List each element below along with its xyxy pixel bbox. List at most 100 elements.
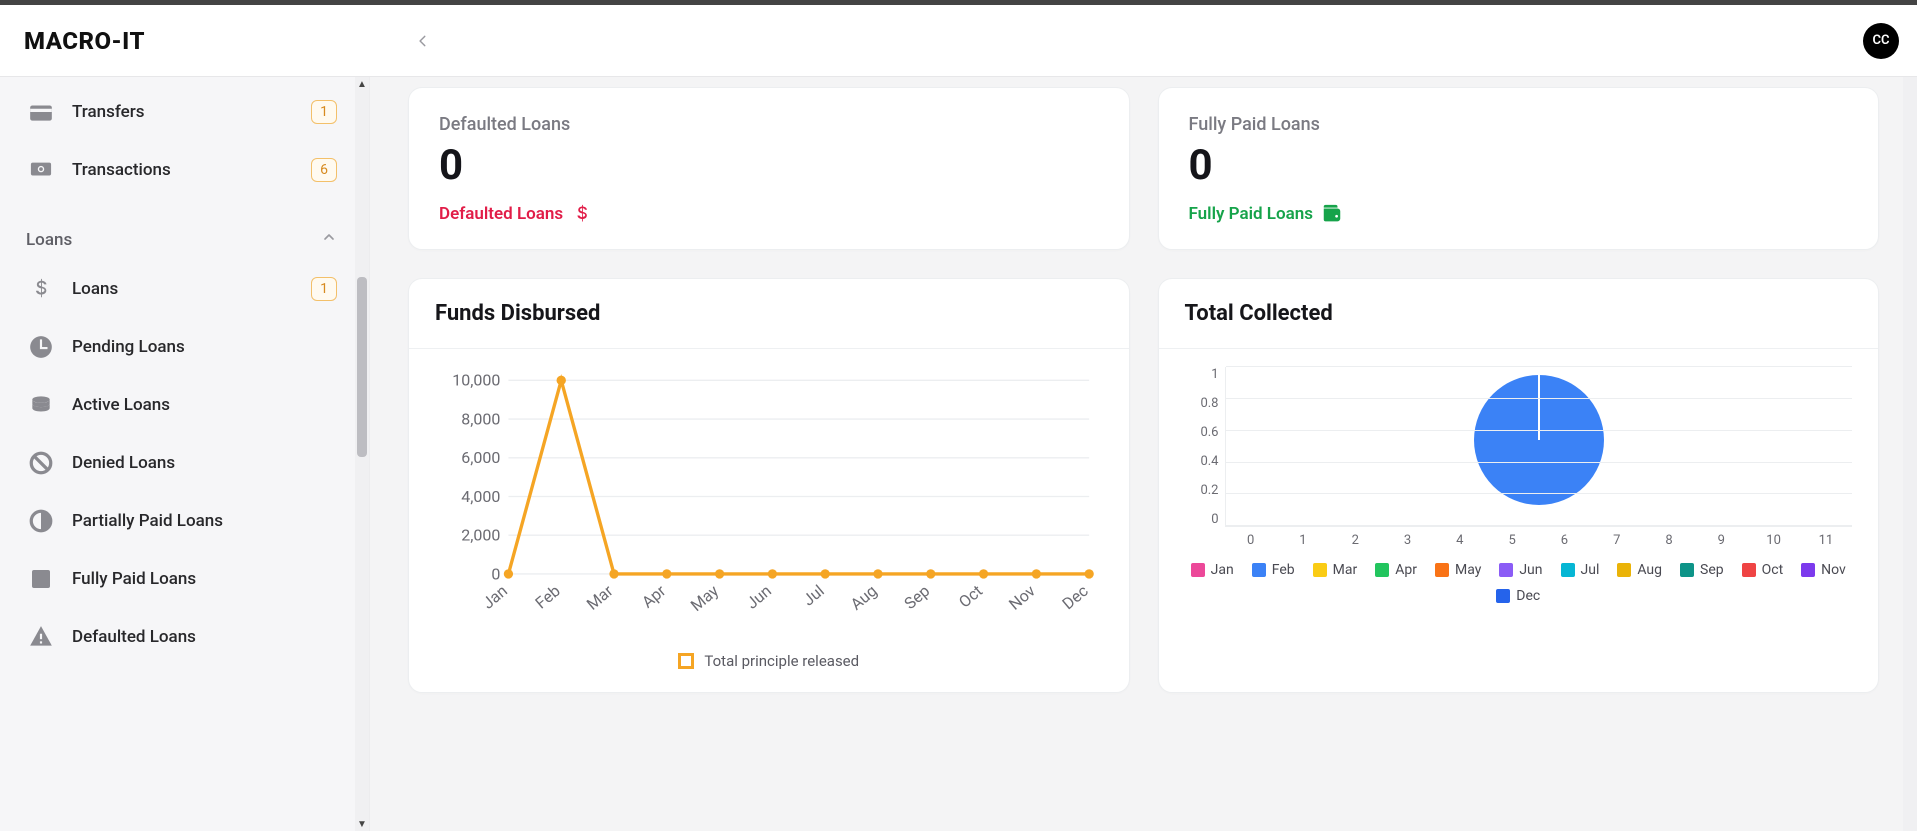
svg-text:0: 0: [491, 564, 500, 583]
stat-card-defaulted: Defaulted Loans 0 Defaulted Loans: [408, 87, 1130, 250]
legend-item-dec[interactable]: Dec: [1496, 588, 1540, 604]
sidebar-item-partially-paid-loans[interactable]: Partially Paid Loans: [16, 492, 347, 550]
sidebar-section-loans[interactable]: Loans: [16, 199, 347, 260]
legend-item-aug[interactable]: Aug: [1617, 562, 1662, 578]
cash-icon: [26, 155, 56, 185]
svg-text:Nov: Nov: [1005, 581, 1039, 614]
legend-label: Total principle released: [704, 652, 859, 670]
clock-icon: [26, 332, 56, 362]
legend-swatch: [1499, 563, 1513, 577]
legend-item-mar[interactable]: Mar: [1313, 562, 1358, 578]
main-scroll[interactable]: Defaulted Loans 0 Defaulted Loans Fully …: [370, 77, 1917, 831]
legend-swatch: [1375, 563, 1389, 577]
stat-value: 0: [439, 143, 1099, 189]
scroll-up-icon[interactable]: ▲: [355, 77, 369, 91]
sidebar-item-active-loans[interactable]: Active Loans: [16, 376, 347, 434]
chevron-up-icon: [321, 229, 337, 250]
scroll-down-icon[interactable]: ▼: [355, 817, 369, 831]
legend-swatch: [1742, 563, 1756, 577]
legend-swatch: [1435, 563, 1449, 577]
svg-text:4,000: 4,000: [461, 487, 500, 506]
legend-label: Nov: [1821, 562, 1846, 578]
legend-label: Oct: [1762, 562, 1784, 578]
pie-x-axis: 01234567891011: [1225, 527, 1853, 548]
legend-swatch: [1191, 563, 1205, 577]
legend-item-jun[interactable]: Jun: [1499, 562, 1542, 578]
stat-foot-link[interactable]: Defaulted Loans: [439, 203, 1099, 225]
sidebar-item-transactions[interactable]: Transactions6: [16, 141, 347, 199]
legend-label: Apr: [1395, 562, 1417, 578]
stat-value: 0: [1189, 143, 1849, 189]
body: Transfers 1 Transactions6 Loans Loans1 Pend…: [0, 77, 1917, 831]
dashboard-grid: Defaulted Loans 0 Defaulted Loans Fully …: [408, 87, 1879, 693]
legend-label: Dec: [1516, 588, 1540, 604]
sidebar-item-label: Active Loans: [72, 395, 170, 415]
sidebar-badge: 1: [311, 100, 337, 124]
wallet-icon: [26, 97, 56, 127]
chart-body: 02,0004,0006,0008,00010,000JanFebMarAprM…: [409, 349, 1129, 692]
sidebar-item-label: Pending Loans: [72, 337, 185, 357]
svg-text:Aug: Aug: [847, 581, 881, 614]
svg-text:Feb: Feb: [532, 581, 564, 612]
stat-foot-label: Defaulted Loans: [439, 204, 563, 224]
funds-line-chart: 02,0004,0006,0008,00010,000JanFebMarAprM…: [435, 367, 1103, 634]
legend-item-may[interactable]: May: [1435, 562, 1481, 578]
avatar[interactable]: CC: [1863, 23, 1899, 59]
legend-swatch: [1561, 563, 1575, 577]
legend-item-oct[interactable]: Oct: [1742, 562, 1784, 578]
chart-title: Funds Disbursed: [409, 279, 1129, 349]
chart-title: Total Collected: [1159, 279, 1879, 349]
legend-item-sep[interactable]: Sep: [1680, 562, 1724, 578]
back-button[interactable]: [405, 23, 441, 59]
sidebar-item-loans[interactable]: Loans1: [16, 260, 347, 318]
chart-card-funds: Funds Disbursed 02,0004,0006,0008,00010,…: [408, 278, 1130, 693]
svg-text:May: May: [687, 581, 723, 615]
svg-text:8,000: 8,000: [461, 410, 500, 429]
svg-text:2,000: 2,000: [461, 526, 500, 545]
wallet-icon: [1321, 203, 1343, 225]
legend-label: Aug: [1637, 562, 1662, 578]
legend-item-nov[interactable]: Nov: [1801, 562, 1846, 578]
legend-swatch: [1313, 563, 1327, 577]
legend-label: Sep: [1700, 562, 1724, 578]
svg-text:10,000: 10,000: [452, 371, 500, 390]
chart-card-collected: Total Collected 10.80.60.40.20 012345678…: [1158, 278, 1880, 693]
legend-item-feb[interactable]: Feb: [1252, 562, 1295, 578]
svg-text:Jul: Jul: [799, 581, 828, 609]
sidebar-badge: 6: [311, 158, 337, 182]
legend-label: Jul: [1581, 562, 1600, 578]
legend-label: Feb: [1272, 562, 1295, 578]
legend-item-jul[interactable]: Jul: [1561, 562, 1600, 578]
chevron-left-icon: [416, 30, 430, 52]
sidebar-scrollbar[interactable]: ▲ ▼: [355, 77, 369, 831]
ban-icon: [26, 448, 56, 478]
pie-legend: Jan Feb Mar Apr May Jun Jul Aug Sep Oct Nov Dec: [1185, 562, 1853, 604]
stat-title: Fully Paid Loans: [1189, 114, 1849, 135]
dollar-icon: [26, 274, 56, 304]
sidebar-item-transfers[interactable]: Transfers 1: [16, 83, 347, 141]
sidebar-item-pending-loans[interactable]: Pending Loans: [16, 318, 347, 376]
page-scrollbar[interactable]: [1903, 77, 1917, 831]
svg-text:Oct: Oct: [955, 581, 986, 611]
legend-item-jan[interactable]: Jan: [1191, 562, 1234, 578]
svg-text:Dec: Dec: [1059, 581, 1092, 613]
chart-legend: Total principle released: [435, 652, 1103, 670]
sidebar-item-defaulted-loans[interactable]: Defaulted Loans: [16, 608, 347, 666]
pie-plot-area: [1225, 367, 1853, 527]
sidebar-item-denied-loans[interactable]: Denied Loans: [16, 434, 347, 492]
main: Defaulted Loans 0 Defaulted Loans Fully …: [370, 77, 1917, 831]
legend-item-apr[interactable]: Apr: [1375, 562, 1417, 578]
brand-logo[interactable]: MACRO-IT: [24, 27, 145, 55]
sidebar-badge: 1: [311, 277, 337, 301]
sidebar-item-label: Transfers: [72, 102, 145, 122]
sidebar-section-label: Loans: [26, 230, 72, 250]
sidebar-item-fully-paid-loans[interactable]: Fully Paid Loans: [16, 550, 347, 608]
sidebar-item-label: Fully Paid Loans: [72, 569, 196, 589]
stat-title: Defaulted Loans: [439, 114, 1099, 135]
sidebar-scrollbar-thumb[interactable]: [357, 277, 367, 457]
svg-text:Jun: Jun: [742, 581, 775, 613]
stat-foot-link[interactable]: Fully Paid Loans: [1189, 203, 1849, 225]
sidebar: Transfers 1 Transactions6 Loans Loans1 Pend…: [0, 77, 370, 831]
legend-label: Mar: [1333, 562, 1358, 578]
legend-label: Jan: [1211, 562, 1234, 578]
